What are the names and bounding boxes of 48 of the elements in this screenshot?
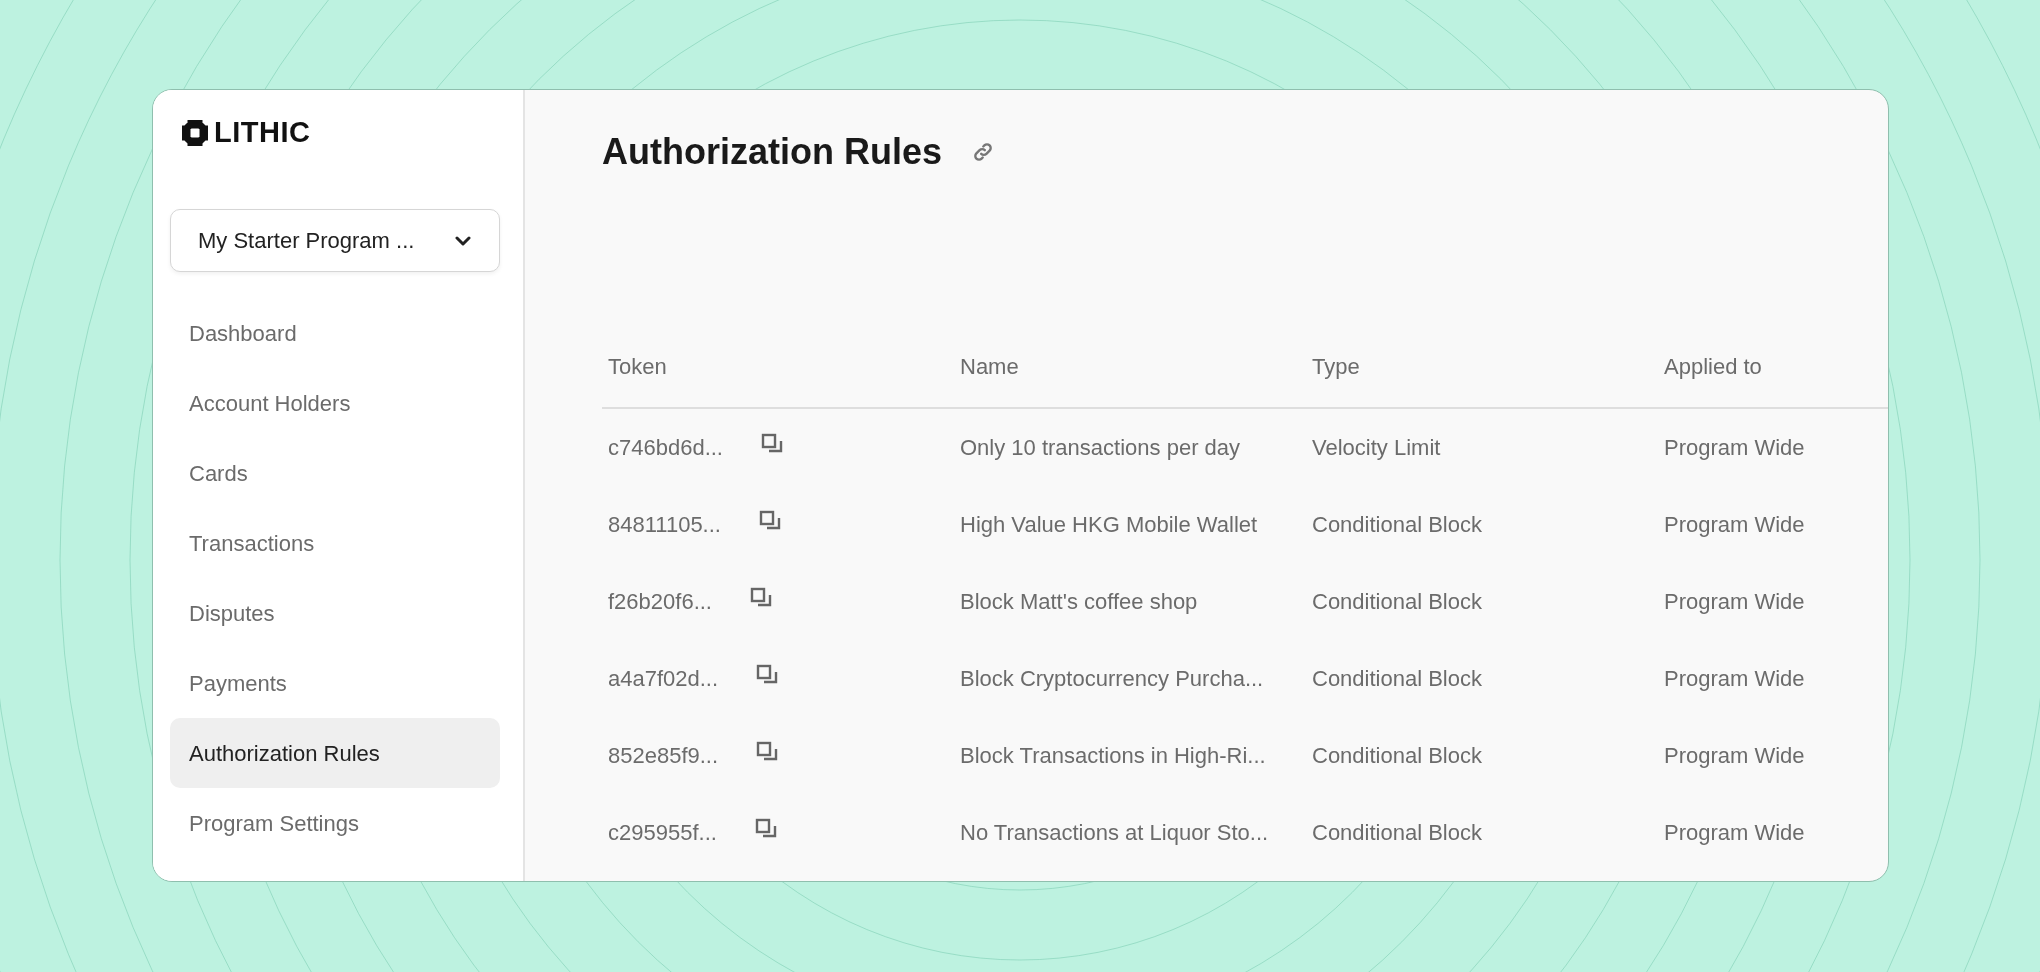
link-icon[interactable] xyxy=(972,140,994,163)
table-cell-text: Program Wide xyxy=(1664,742,1805,771)
table-cell-text: Program Wide xyxy=(1664,819,1805,848)
token-text: 84811105... xyxy=(608,511,721,540)
copy-button[interactable] xyxy=(756,663,779,686)
copy-button[interactable] xyxy=(756,740,779,763)
table-cell-text: Block Transactions in High-Ri... xyxy=(960,742,1266,771)
copy-button[interactable] xyxy=(761,432,783,455)
sidebar-item[interactable]: Account Holders xyxy=(170,368,500,438)
column-header: Type xyxy=(1312,352,1360,381)
column-header: Name xyxy=(960,352,1019,381)
table-cell-text: Program Wide xyxy=(1664,511,1805,540)
copy-button[interactable] xyxy=(758,509,781,532)
sidebar-item[interactable]: Disputes xyxy=(170,578,500,648)
chevron-down-icon xyxy=(455,235,471,246)
table-cell-text: High Value HKG Mobile Wallet xyxy=(960,511,1258,540)
logo-text: LITHIC xyxy=(214,118,311,147)
table-cell-text: Conditional Block xyxy=(1312,742,1482,771)
token-text: a4a7f02d... xyxy=(608,665,719,694)
table-cell-text: Conditional Block xyxy=(1312,511,1482,540)
page-title: Authorization Rules xyxy=(602,130,942,174)
table-cell-text: Velocity Limit xyxy=(1312,434,1441,463)
sidebar-item[interactable]: Authorization Rules xyxy=(170,718,500,788)
token-text: c746bd6d... xyxy=(608,434,723,463)
logo-mark-icon xyxy=(182,119,208,146)
token-text: c295955f... xyxy=(608,819,717,848)
table-cell-text: Conditional Block xyxy=(1312,588,1482,617)
table-cell-text: Block Cryptocurrency Purcha... xyxy=(960,665,1264,694)
column-header: Token xyxy=(608,352,667,381)
table-cell-text: Program Wide xyxy=(1664,588,1805,617)
table-cell-text: Block Matt's coffee shop xyxy=(960,588,1198,617)
table-cell-text: Only 10 transactions per day xyxy=(960,434,1241,463)
copy-button[interactable] xyxy=(750,586,772,609)
table-cell-text: Program Wide xyxy=(1664,665,1805,694)
program-dropdown[interactable]: My Starter Program ... xyxy=(170,209,500,272)
table-cell-text: Program Wide xyxy=(1664,434,1805,463)
table-cell-text: Conditional Block xyxy=(1312,819,1482,848)
table-cell-text: No Transactions at Liquor Sto... xyxy=(960,819,1269,848)
token-text: 852e85f9... xyxy=(608,742,719,771)
sidebar-item[interactable]: Transactions xyxy=(170,508,500,578)
sidebar-item[interactable]: Cards xyxy=(170,438,500,508)
sidebar-item[interactable]: Dashboard xyxy=(170,298,500,368)
column-header: Applied to xyxy=(1664,352,1762,381)
table-cell-text: Conditional Block xyxy=(1312,665,1482,694)
token-text: f26b20f6... xyxy=(608,588,712,617)
copy-button[interactable] xyxy=(754,817,777,840)
sidebar-item[interactable]: Program Settings xyxy=(170,788,500,858)
sidebar-item[interactable]: Payments xyxy=(170,648,500,718)
